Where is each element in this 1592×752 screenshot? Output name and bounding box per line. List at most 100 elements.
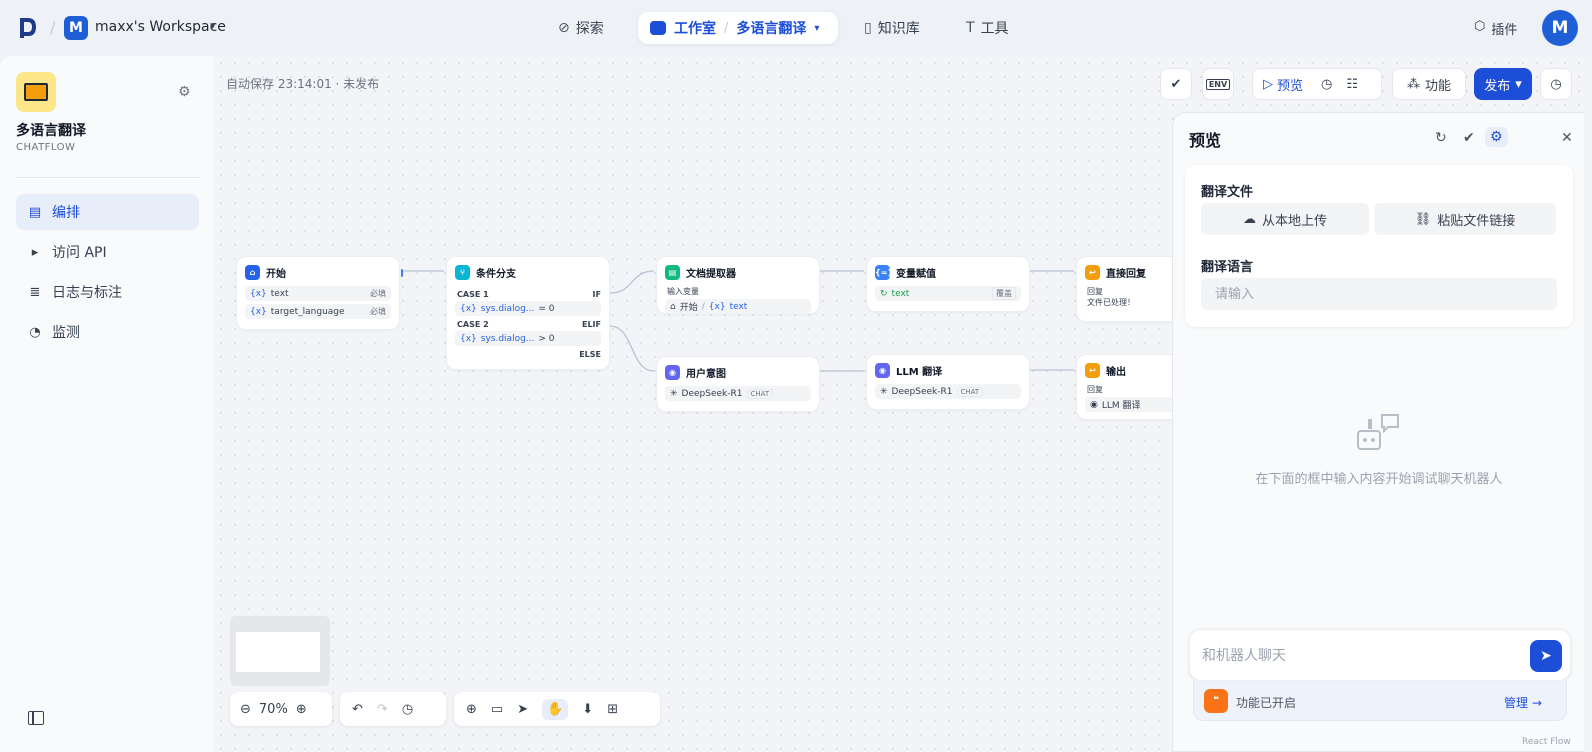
app-logo-icon[interactable] [18,16,38,40]
sidebar-item-api[interactable]: ▸ 访问 API [16,234,199,270]
breadcrumb-separator: / [724,20,729,36]
node-user-intent[interactable]: ◉ 用户意图 ✳ DeepSeek-R1 CHAT [656,356,820,412]
variables-icon[interactable]: ⚙ [1485,127,1508,147]
node-var-row: {x} target_language 必填 [245,304,391,319]
log-icon: ≣ [29,284,41,300]
send-button[interactable]: ➤ [1530,640,1562,672]
node-header: ▤ 文档提取器 [657,257,819,286]
node-ifelse[interactable]: ⑂ 条件分支 CASE 1 IF {x} sys.dialog... = 0 C… [446,256,610,370]
chevron-down-icon[interactable]: ▾ [210,19,216,32]
divider [16,177,199,178]
undo-icon[interactable]: ↶ [352,702,363,717]
nav-studio[interactable]: 工作室 / 多语言翻译 ▾ [638,12,838,44]
node-variable-assign[interactable]: {=} 变量赋值 ↻ text 覆盖 [866,256,1030,312]
chevron-down-icon[interactable]: ▾ [814,23,819,34]
export-image-icon[interactable]: ⬇ [582,702,593,717]
current-app-name[interactable]: 多语言翻译 [736,18,806,38]
node-title: LLM 翻译 [896,367,943,378]
chat-input[interactable] [1202,644,1522,668]
node-doc-extractor[interactable]: ▤ 文档提取器 输入变量 ⌂ 开始 / {x} text [656,256,820,314]
nav-knowledge[interactable]: ▯ 知识库 [864,18,920,38]
node-var-row: {x} text 必填 [245,286,391,301]
output-port[interactable] [401,269,403,277]
nav-tools[interactable]: T 工具 [966,18,1009,38]
llm-icon: ◉ [875,363,890,378]
var-name: text [891,288,910,299]
document-icon: ▤ [665,265,680,280]
add-note-icon[interactable]: ▭ [491,702,503,717]
nav-explore[interactable]: ⊘ 探索 [558,18,604,38]
nav-plugins[interactable]: ⬡ 插件 [1474,19,1517,38]
reactflow-attribution[interactable]: React Flow [1522,737,1571,747]
node-subtitle: 输入变量 [667,287,699,296]
workspace-name[interactable]: maxx's Workspace [95,19,226,35]
chat-composer: ➤ [1189,629,1571,681]
sidebar-item-label: 编排 [52,205,80,221]
model-row: ✳ DeepSeek-R1 CHAT [665,386,811,401]
zoom-out-icon[interactable]: ⊖ [240,702,251,717]
app-sidebar: ⚙ 多语言翻译 CHATFLOW ▤ 编排 ▸ 访问 API ≣ 日志与标注 ◔… [0,56,214,752]
conversation-var-icon: ↻ [880,288,888,299]
history-icon[interactable]: ◷ [402,702,413,717]
sliders-icon[interactable]: ⚙ [178,84,191,100]
panel-title: 预览 [1189,131,1222,150]
organize-icon[interactable]: ⊞ [607,702,618,717]
manage-features-link[interactable]: 管理 → [1504,694,1542,711]
model-icon: ✳ [880,386,888,397]
node-llm-translate[interactable]: ◉ LLM 翻译 ✳ DeepSeek-R1 CHAT [866,354,1030,410]
workspace-avatar[interactable]: M [64,16,88,40]
operation-tag: 覆盖 [992,287,1016,300]
home-icon: ⌂ [245,265,260,280]
pointer-icon[interactable]: ➤ [517,702,528,717]
language-input[interactable] [1201,278,1557,310]
minimap[interactable] [230,616,330,686]
redo-icon[interactable]: ↷ [377,702,388,717]
node-header: {=} 变量赋值 [867,257,1029,286]
sidebar-item-logs[interactable]: ≣ 日志与标注 [16,274,199,310]
node-start[interactable]: ⌂ 开始 {x} text 必填 {x} target_language 必填 [236,256,403,330]
terminal-icon: ▸ [31,244,39,260]
paste-link-button[interactable]: ⛓ 粘贴文件链接 [1374,203,1556,235]
node-title: 用户意图 [686,369,726,380]
case-name: CASE 1 [457,290,489,299]
cloud-upload-icon: ☁ [1242,211,1256,227]
zoom-in-icon[interactable]: ⊕ [296,702,307,717]
condition-var: sys.dialog... [480,333,535,344]
node-header: ◉ 用户意图 [657,357,819,386]
node-header: ⑂ 条件分支 [447,257,609,286]
case-name: CASE 2 [457,320,489,329]
llm-icon: ◉ [1090,399,1098,410]
nav-plugins-label: 插件 [1491,23,1518,38]
checklist-icon[interactable]: ✔ [1463,130,1475,146]
gauge-icon: ◔ [29,324,41,340]
folder-icon [24,83,48,101]
chatbot-icon [1357,414,1399,450]
sidebar-item-label: 监测 [52,325,80,341]
add-node-icon[interactable]: ⊕ [466,702,477,717]
layout-icon: ▤ [28,204,42,220]
zoom-level[interactable]: 70% [259,702,288,717]
upload-local-button[interactable]: ☁ 从本地上传 [1201,203,1369,235]
sidebar-collapse-icon[interactable] [28,711,44,725]
sidebar-item-monitor[interactable]: ◔ 监测 [16,314,199,350]
empty-state-hint: 在下面的框中输入内容开始调试聊天机器人 [1255,472,1503,487]
minimap-viewport[interactable] [236,632,320,672]
variable-icon: {x} [250,288,267,299]
condition-var: sys.dialog... [480,303,535,314]
preview-panel: 预览 ↻ ✔ ⚙ ✕ 翻译文件 ☁ 从本地上传 ⛓ 粘贴文件链接 翻译语言 在下… [1172,112,1584,752]
sidebar-item-orchestrate[interactable]: ▤ 编排 [16,194,199,230]
node-header: ⌂ 开始 [237,257,399,286]
node-title: 直接回复 [1106,269,1146,280]
restart-icon[interactable]: ↻ [1435,130,1447,146]
hand-icon[interactable]: ✋ [542,698,569,720]
language-field-label: 翻译语言 [1201,260,1254,275]
features-status-bar: ❝ 功能已开启 管理 → [1193,681,1567,721]
case-keyword: IF [592,290,601,299]
close-icon[interactable]: ✕ [1561,130,1573,146]
user-avatar[interactable]: M [1542,10,1578,46]
var-name: text [270,288,289,299]
nav-studio-label[interactable]: 工作室 [674,18,716,38]
model-row: ✳ DeepSeek-R1 CHAT [875,384,1021,399]
variable-icon: {x} [250,306,267,317]
condition-op: = 0 [538,303,555,314]
